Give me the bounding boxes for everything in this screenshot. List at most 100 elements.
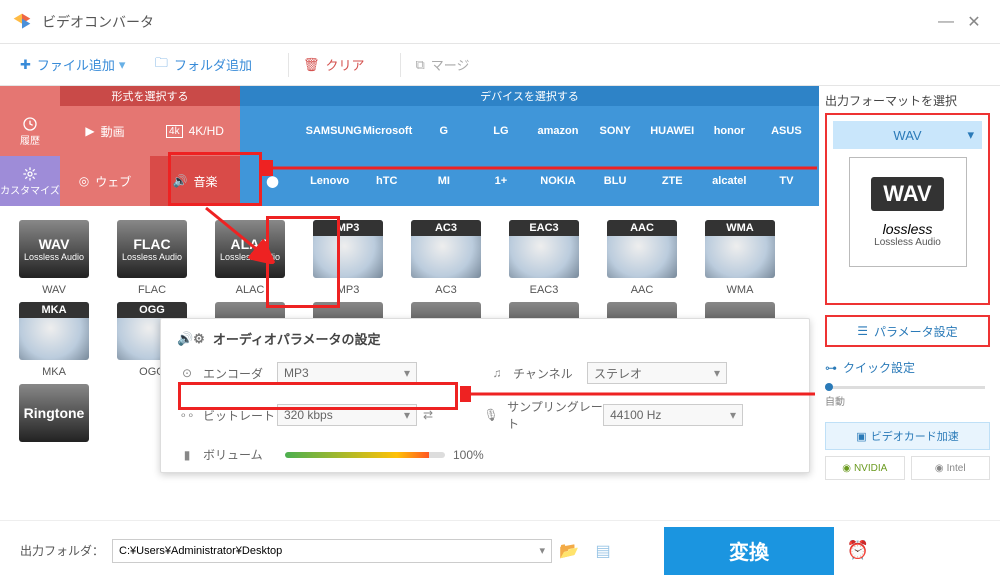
output-folder-label: 出力フォルダ： [20, 542, 104, 559]
output-format-brand: lossless [883, 221, 933, 237]
tab-device[interactable]: デバイスを選択する [240, 86, 819, 106]
mic-icon: 🎙 [481, 408, 501, 422]
brand-9[interactable]: ASUS [762, 125, 810, 137]
format-alac[interactable]: ALACLossless AudioALAC [210, 220, 290, 296]
channel-select[interactable]: ステレオ [587, 362, 727, 384]
chevron-down-icon[interactable]: ▾ [119, 57, 133, 73]
volume-slider[interactable] [285, 452, 445, 458]
bottombar: 出力フォルダ： C:¥Users¥Administrator¥Desktop▾ … [0, 520, 1000, 580]
brand-7[interactable]: HUAWEI [648, 125, 696, 137]
merge-icon: ⧉ [415, 57, 424, 73]
trash-icon: 🗑 [303, 57, 320, 73]
close-button[interactable]: ✕ [960, 8, 988, 36]
chrome-icon: ◎ [79, 174, 89, 188]
customize-button[interactable]: カスタマイズ [0, 156, 60, 206]
encoder-select[interactable]: MP3 [277, 362, 417, 384]
output-format-select[interactable]: WAV [833, 121, 982, 149]
task-list-button[interactable]: ▤ [586, 541, 620, 561]
bitrate-label: ビットレート [203, 407, 277, 424]
brand-1[interactable]: SAMSUNG [306, 125, 354, 137]
encoder-icon: ⊙ [177, 366, 197, 380]
link-icon[interactable]: ⇄ [423, 408, 433, 422]
brand-16[interactable]: BLU [591, 175, 639, 187]
alarm-button[interactable]: ⏰ [834, 540, 882, 561]
bolt-icon: ⊶ [825, 361, 837, 375]
bitrate-icon: ∘∘ [177, 408, 197, 422]
format-wma[interactable]: WMAWMA [700, 220, 780, 296]
brand-2[interactable]: Microsoft [363, 125, 411, 137]
output-format-thumb: WAV lossless Lossless Audio [849, 157, 967, 267]
nvidia-tag[interactable]: ◉NVIDIA [825, 456, 905, 480]
folder-plus-icon: 🗀 [155, 54, 168, 76]
cat-web[interactable]: ◎ウェブ [60, 156, 150, 206]
format-mka[interactable]: MKAMKA [14, 302, 94, 378]
brand-5[interactable]: amazon [534, 125, 582, 137]
format-ringtone[interactable]: Ringtone [14, 384, 94, 448]
brand-11[interactable]: Lenovo [306, 175, 354, 187]
chip-icon: ▣ [856, 430, 866, 443]
output-format-big: WAV [871, 177, 943, 211]
nvidia-icon: ◉ [842, 463, 851, 474]
brand-12[interactable]: hTC [363, 175, 411, 187]
history-button[interactable]: 履歴 [0, 106, 60, 156]
format-wav[interactable]: WAVLossless AudioWAV [14, 220, 94, 296]
brand-8[interactable]: honor [705, 125, 753, 137]
tab-format[interactable]: 形式を選択する [60, 86, 240, 106]
sample-select[interactable]: 44100 Hz [603, 404, 743, 426]
sliders-icon: ☰ [857, 324, 868, 338]
app-title: ビデオコンバータ [42, 12, 932, 32]
cat-4k-hd[interactable]: 4k4K/HD [150, 106, 240, 156]
gpu-accel-button[interactable]: ▣ビデオカード加速 [825, 422, 990, 450]
device-brand-row-2: ⬤ Lenovo hTC MI 1+ NOKIA BLU ZTE alcatel TV [240, 156, 819, 206]
cat-music[interactable]: 🔊音楽 [150, 156, 240, 206]
speaker-gear-icon: 🔊⚙ [177, 331, 205, 347]
format-eac3[interactable]: EAC3EAC3 [504, 220, 584, 296]
encoder-label: エンコーダ [203, 365, 277, 382]
output-format-title: 出力フォーマットを選択 [825, 92, 990, 109]
output-format-sub: Lossless Audio [874, 237, 941, 248]
format-ac3[interactable]: AC3AC3 [406, 220, 486, 296]
panel-title: オーディオパラメータの設定 [213, 329, 381, 348]
speaker-icon: 🔊 [173, 174, 188, 188]
brand-3[interactable]: G [420, 125, 468, 137]
format-flac[interactable]: FLACLossless AudioFLAC [112, 220, 192, 296]
intel-tag[interactable]: ◉Intel [911, 456, 991, 480]
brand-4[interactable]: LG [477, 125, 525, 137]
brand-6[interactable]: SONY [591, 125, 639, 137]
device-brand-row-1: SAMSUNG Microsoft G LG amazon SONY HUAWEI honor… [240, 106, 819, 156]
brand-10[interactable]: ⬤ [249, 175, 297, 188]
brand-15[interactable]: NOKIA [534, 175, 582, 187]
convert-button[interactable]: 変換 [664, 527, 834, 575]
4k-icon: 4k [166, 125, 183, 138]
intel-icon: ◉ [935, 463, 944, 474]
brand-18[interactable]: alcatel [705, 175, 753, 187]
format-mp3[interactable]: MP3MP3 [308, 220, 388, 296]
parameter-settings-button[interactable]: ☰ パラメータ設定 [825, 315, 990, 347]
output-format-box: WAV WAV lossless Lossless Audio [825, 113, 990, 305]
clear-button[interactable]: 🗑 クリア [303, 55, 365, 74]
output-folder-path[interactable]: C:¥Users¥Administrator¥Desktop▾ [112, 539, 552, 563]
format-aac[interactable]: AACAAC [602, 220, 682, 296]
toolbar: ✚ ファイル追加 ▾ 🗀 フォルダ追加 🗑 クリア ⧉ マージ [0, 44, 1000, 86]
play-icon: ▶ [85, 124, 94, 138]
brand-19[interactable]: TV [762, 175, 810, 187]
titlebar: ビデオコンバータ — ✕ [0, 0, 1000, 44]
quick-slider[interactable] [825, 386, 985, 389]
open-folder-button[interactable]: 📂 [552, 541, 586, 561]
brand-14[interactable]: 1+ [477, 175, 525, 187]
channel-icon: ♫ [487, 366, 507, 380]
separator [400, 53, 401, 77]
separator [288, 53, 289, 77]
merge-button[interactable]: ⧉ マージ [415, 55, 469, 74]
add-folder-button[interactable]: 🗀 フォルダ追加 [155, 54, 252, 76]
brand-13[interactable]: MI [420, 175, 468, 187]
history-icon [22, 116, 38, 132]
quick-settings-button[interactable]: ⊶クイック設定 [825, 359, 990, 376]
bitrate-select[interactable]: 320 kbps [277, 404, 417, 426]
add-file-button[interactable]: ✚ ファイル追加 ▾ [20, 55, 133, 74]
cat-video[interactable]: ▶動画 [60, 106, 150, 156]
volume-label: ボリューム [203, 446, 277, 463]
clear-label: クリア [325, 55, 364, 74]
minimize-button[interactable]: — [932, 8, 960, 36]
brand-17[interactable]: ZTE [648, 175, 696, 187]
